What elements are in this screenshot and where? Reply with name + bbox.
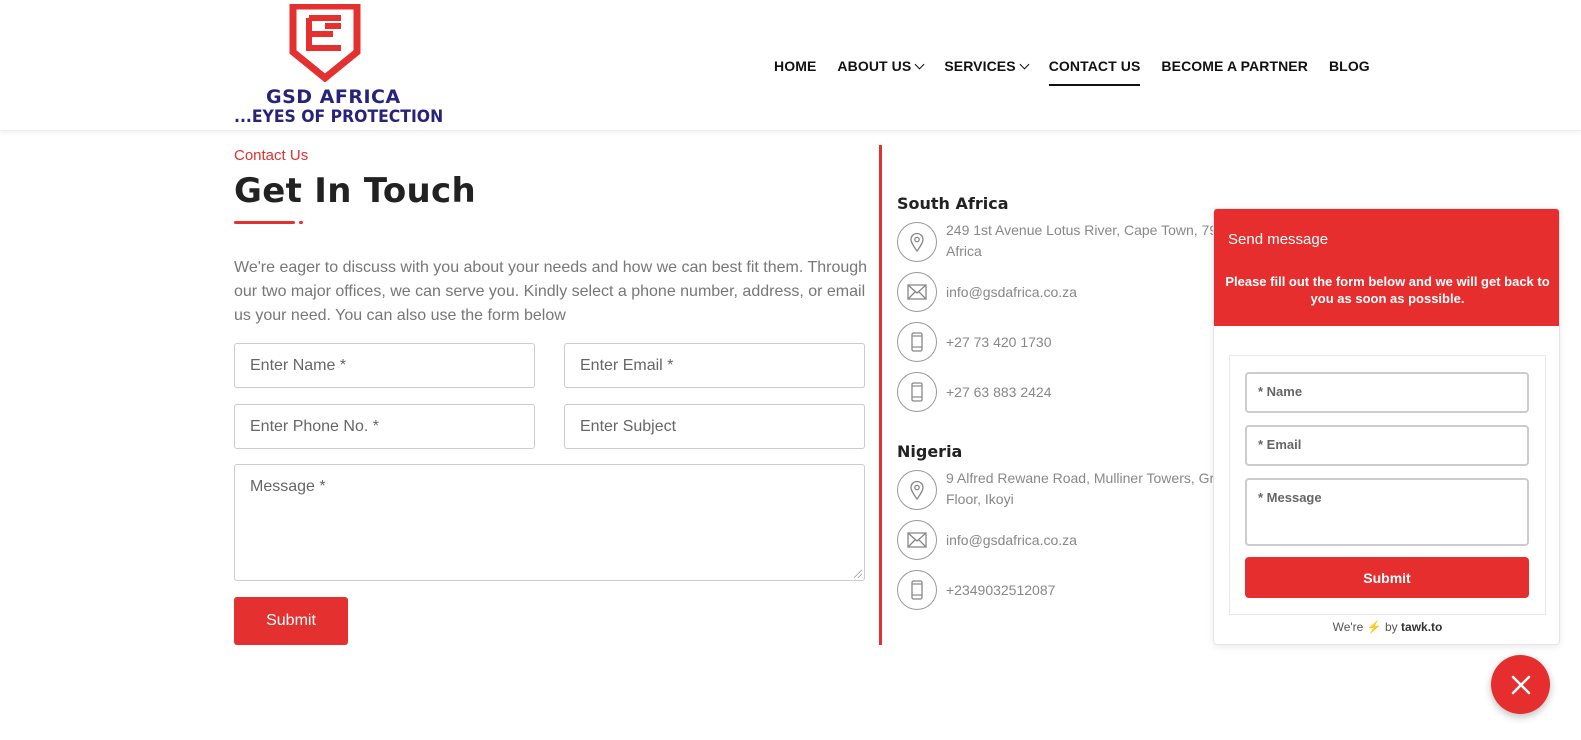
site-header: GSD AFRICA ...EYES OF PROTECTION HOME AB… <box>0 0 1581 131</box>
sa-phone2[interactable]: +27 63 883 2424 <box>946 382 1246 403</box>
sa-phone2-row: +27 63 883 2424 <box>897 372 1246 412</box>
chat-email-input[interactable]: * Email <box>1245 425 1529 466</box>
envelope-icon <box>897 520 937 560</box>
nav-services-label: SERVICES <box>944 58 1016 74</box>
page-title: Get In Touch <box>234 171 476 211</box>
phone-icon <box>897 372 937 412</box>
title-underline <box>234 221 295 224</box>
footer-by: by <box>1385 620 1398 634</box>
submit-button[interactable]: Submit <box>234 597 348 645</box>
sa-phone1[interactable]: +27 73 420 1730 <box>946 332 1246 353</box>
resize-handle-icon[interactable] <box>854 570 862 578</box>
name-input[interactable]: Enter Name * <box>234 343 535 388</box>
nav-about-us[interactable]: ABOUT US <box>837 56 925 76</box>
office-title-south-africa: South Africa <box>897 194 1009 213</box>
sa-address-row: 249 1st Avenue Lotus River, Cape Town, 7… <box>897 222 1246 262</box>
nav-become-partner[interactable]: BECOME A PARTNER <box>1161 56 1308 76</box>
chat-widget-form: * Name * Email * Message Submit <box>1229 355 1546 615</box>
section-eyebrow: Contact Us <box>234 147 309 164</box>
sa-email-row: info@gsdafrica.co.za <box>897 272 1246 312</box>
chat-widget-footer[interactable]: We're ⚡ by tawk.to <box>1214 620 1559 634</box>
nav-home[interactable]: HOME <box>774 56 816 76</box>
shield-logo-icon <box>289 4 361 82</box>
chat-submit-button[interactable]: Submit <box>1245 557 1529 598</box>
logo-brand-name: GSD AFRICA <box>266 86 401 108</box>
envelope-icon <box>897 272 937 312</box>
chat-name-input[interactable]: * Name <box>1245 372 1529 413</box>
nav-contact-us[interactable]: CONTACT US <box>1048 56 1141 86</box>
nav-partner-label: BECOME A PARTNER <box>1161 58 1308 74</box>
ng-email[interactable]: info@gsdafrica.co.za <box>946 530 1246 551</box>
nav-blog[interactable]: BLOG <box>1329 56 1370 76</box>
map-pin-icon <box>897 470 937 510</box>
nav-blog-label: BLOG <box>1328 58 1370 74</box>
main-nav: HOME ABOUT US SERVICES CONTACT US BECOME… <box>774 56 1391 86</box>
lightning-icon: ⚡ <box>1366 620 1382 634</box>
phone-icon <box>897 570 937 610</box>
map-pin-icon <box>897 222 937 262</box>
nav-contact-label: CONTACT US <box>1048 58 1141 74</box>
close-icon <box>1511 675 1530 694</box>
chevron-down-icon <box>1019 59 1030 69</box>
phone-placeholder: Enter Phone No. * <box>250 417 379 435</box>
office-title-nigeria: Nigeria <box>897 442 963 461</box>
sa-phone1-row: +27 73 420 1730 <box>897 322 1246 362</box>
ng-address: 9 Alfred Rewane Road, Mulliner Towers, G… <box>946 470 1222 507</box>
phone-input[interactable]: Enter Phone No. * <box>234 404 535 449</box>
ng-email-row: info@gsdafrica.co.za <box>897 520 1246 560</box>
intro-text: We're eager to discuss with you about yo… <box>234 259 868 324</box>
footer-prefix: We're <box>1332 620 1364 634</box>
footer-brand: tawk.to <box>1401 620 1443 634</box>
chevron-down-icon <box>914 59 925 69</box>
chat-close-button[interactable] <box>1491 655 1550 714</box>
chat-widget: Send message Please fill out the form be… <box>1213 208 1560 645</box>
chat-message-input[interactable]: * Message <box>1245 478 1529 546</box>
nav-about-label: ABOUT US <box>837 58 912 74</box>
vertical-divider <box>879 145 882 645</box>
sa-address: 249 1st Avenue Lotus River, Cape Town, 7… <box>946 222 1225 259</box>
message-textarea[interactable]: Message * <box>234 464 865 581</box>
site-logo[interactable]: GSD AFRICA ...EYES OF PROTECTION <box>234 4 443 128</box>
sa-email[interactable]: info@gsdafrica.co.za <box>946 282 1246 303</box>
logo-tagline: ...EYES OF PROTECTION <box>234 107 444 127</box>
name-placeholder: Enter Name * <box>250 356 347 374</box>
nav-services[interactable]: SERVICES <box>944 56 1030 76</box>
subject-input[interactable]: Enter Subject <box>564 404 865 449</box>
phone-icon <box>897 322 937 362</box>
email-placeholder: Enter Email * <box>580 356 674 374</box>
subject-placeholder: Enter Subject <box>580 417 677 435</box>
ng-address-row: 9 Alfred Rewane Road, Mulliner Towers, G… <box>897 470 1246 510</box>
chat-widget-description: Please fill out the form below and we wi… <box>1225 274 1550 306</box>
ng-phone[interactable]: +2349032512087 <box>946 580 1246 601</box>
email-input[interactable]: Enter Email * <box>564 343 865 388</box>
nav-home-label: HOME <box>774 58 817 74</box>
chat-widget-title: Send message <box>1228 231 1329 248</box>
ng-phone-row: +2349032512087 <box>897 570 1246 610</box>
message-placeholder: Message * <box>250 478 326 495</box>
chat-widget-header: Send message Please fill out the form be… <box>1214 209 1559 326</box>
title-underline-dot <box>299 221 303 224</box>
